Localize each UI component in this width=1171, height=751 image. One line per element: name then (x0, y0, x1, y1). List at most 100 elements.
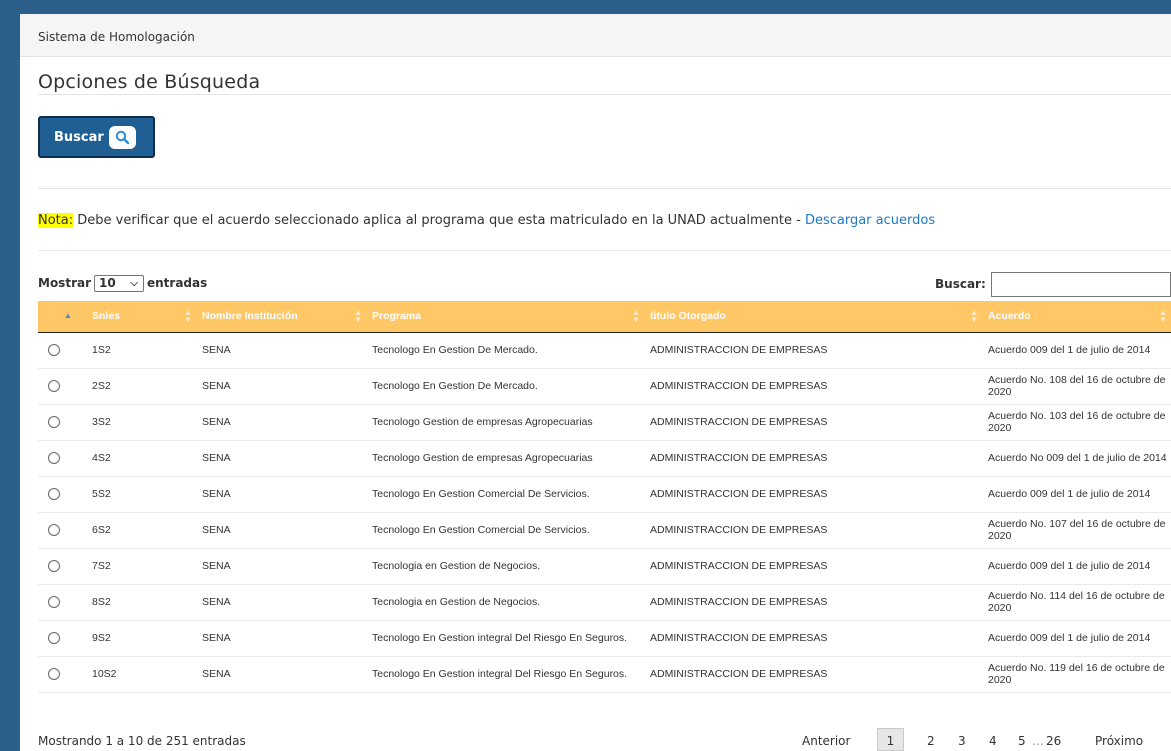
cell-programa: Tecnologia en Gestion de Negocios. (372, 560, 541, 572)
pagination-page[interactable]: 2 (927, 734, 935, 748)
title-divider (38, 94, 1171, 95)
pagination-page[interactable]: 4 (989, 734, 997, 748)
cell-programa: Tecnologo En Gestion Comercial De Servic… (372, 488, 590, 500)
cell-snies: 1S2 (92, 344, 111, 356)
length-prefix: Mostrar (38, 276, 91, 290)
row-radio[interactable] (48, 632, 60, 645)
row-radio[interactable] (48, 596, 60, 609)
cell-programa: Tecnologo En Gestion Comercial De Servic… (372, 524, 590, 536)
cell-snies: 8S2 (92, 596, 111, 608)
cell-acuerdo: Acuerdo 009 del 1 de julio de 2014 (988, 632, 1151, 644)
row-radio[interactable] (48, 668, 60, 681)
cell-snies: 2S2 (92, 380, 111, 392)
row-radio[interactable] (48, 452, 60, 465)
sort-asc-icon: ▲ (64, 311, 72, 320)
col-acuerdo-label: Acuerdo (988, 310, 1031, 323)
cell-institucion: SENA (202, 452, 231, 464)
nota-message: Nota: Debe verificar que el acuerdo sele… (38, 213, 935, 228)
cell-institucion: SENA (202, 380, 231, 392)
cell-acuerdo: Acuerdo 009 del 1 de julio de 2014 (988, 344, 1151, 356)
cell-institucion: SENA (202, 488, 231, 500)
pagination-ellipsis: … (1032, 734, 1044, 748)
magnifier-icon (109, 126, 136, 149)
cell-institucion: SENA (202, 668, 231, 680)
cell-titulo: ADMINISTRACCION DE EMPRESAS (650, 488, 828, 500)
col-institucion-header[interactable]: Nombre Institución ▲ ▼ (196, 301, 366, 333)
sort-icon: ▲ ▼ (970, 308, 978, 324)
page-title: Opciones de Búsqueda (38, 71, 261, 93)
row-select-cell (38, 620, 86, 656)
cell-snies: 6S2 (92, 524, 111, 536)
row-radio[interactable] (48, 416, 60, 429)
table-search-label: Buscar: (935, 277, 986, 291)
table-row[interactable]: 10S2 SENA Tecnologo En Gestion integral De… (38, 656, 1171, 692)
cell-institucion: SENA (202, 524, 231, 536)
row-radio[interactable] (48, 488, 60, 501)
cell-programa: Tecnologo Gestion de empresas Agropecuar… (372, 416, 593, 428)
row-select-cell (38, 332, 86, 368)
cell-titulo: ADMINISTRACCION DE EMPRESAS (650, 668, 828, 680)
table-row[interactable]: 3S2 SENA Tecnologo Gestion de empresas Agr… (38, 404, 1171, 440)
col-snies-header[interactable]: Snies ▲ ▼ (86, 301, 196, 333)
cell-snies: 10S2 (92, 668, 117, 680)
cell-acuerdo: Acuerdo No. 107 del 16 de octubre de 202… (988, 518, 1166, 542)
table-search-input[interactable] (991, 272, 1171, 297)
length-suffix: entradas (147, 276, 208, 290)
col-acuerdo-header[interactable]: Acuerdo ▲ ▼ (982, 301, 1171, 333)
table-row[interactable]: 1S2 SENA Tecnologo En Gestion De Mercado. A… (38, 332, 1171, 368)
cell-programa: Tecnologo Gestion de empresas Agropecuar… (372, 452, 593, 464)
pagination-next[interactable]: Próximo (1095, 734, 1143, 748)
pagination-page-last[interactable]: 26 (1046, 734, 1061, 748)
table-row[interactable]: 5S2 SENA Tecnologo En Gestion Comercial De… (38, 476, 1171, 512)
col-programa-header[interactable]: Programa ▲ ▼ (366, 301, 644, 333)
breadcrumb[interactable]: Sistema de Homologación (38, 30, 195, 44)
cell-titulo: ADMINISTRACCION DE EMPRESAS (650, 596, 828, 608)
sort-icon: ▲ ▼ (354, 308, 362, 324)
table-row[interactable]: 4S2 SENA Tecnologo Gestion de empresas Agr… (38, 440, 1171, 476)
entries-select-value: 10 (99, 276, 116, 290)
row-radio[interactable] (48, 560, 60, 573)
breadcrumb-bar: Sistema de Homologación (20, 14, 1171, 57)
cell-institucion: SENA (202, 596, 231, 608)
table-row[interactable]: 8S2 SENA Tecnologia en Gestion de Negocios… (38, 584, 1171, 620)
row-radio[interactable] (48, 344, 60, 357)
entries-select[interactable]: 10 ⌵ (94, 275, 144, 292)
cell-acuerdo: Acuerdo No. 108 del 16 de octubre de 202… (988, 374, 1166, 398)
cell-institucion: SENA (202, 632, 231, 644)
row-select-cell (38, 368, 86, 404)
table-info: Mostrando 1 a 10 de 251 entradas (38, 734, 246, 748)
pagination-previous[interactable]: Anterior (802, 734, 850, 748)
pagination-page-current[interactable]: 1 (877, 728, 904, 751)
table-row[interactable]: 7S2 SENA Tecnologia en Gestion de Negocios… (38, 548, 1171, 584)
table-row[interactable]: 9S2 SENA Tecnologo En Gestion integral Del… (38, 620, 1171, 656)
cell-programa: Tecnologia en Gestion de Negocios. (372, 596, 541, 608)
table-row[interactable]: 2S2 SENA Tecnologo En Gestion De Mercado. A… (38, 368, 1171, 404)
row-radio[interactable] (48, 524, 60, 537)
cell-titulo: ADMINISTRACCION DE EMPRESAS (650, 380, 828, 392)
sort-icon: ▲ ▼ (1159, 308, 1167, 324)
cell-snies: 5S2 (92, 488, 111, 500)
table-row[interactable]: 6S2 SENA Tecnologo En Gestion Comercial De… (38, 512, 1171, 548)
row-radio[interactable] (48, 380, 60, 393)
row-select-cell (38, 512, 86, 548)
cell-acuerdo: Acuerdo 009 del 1 de julio de 2014 (988, 488, 1151, 500)
pagination-page[interactable]: 5 (1018, 734, 1026, 748)
cell-titulo: ADMINISTRACCION DE EMPRESAS (650, 524, 828, 536)
row-select-cell (38, 548, 86, 584)
cell-snies: 3S2 (92, 416, 111, 428)
col-snies-label: Snies (92, 310, 121, 323)
col-titulo-header[interactable]: titulo Otorgado ▲ ▼ (644, 301, 982, 333)
window-frame-top (0, 0, 1171, 14)
cell-programa: Tecnologo En Gestion integral Del Riesgo… (372, 668, 628, 680)
col-select-header[interactable]: ▲ (38, 301, 86, 333)
sort-icon: ▲ ▼ (632, 308, 640, 324)
search-button[interactable]: Buscar (38, 116, 155, 158)
cell-acuerdo: Acuerdo No 009 del 1 de julio de 2014 (988, 452, 1167, 464)
download-agreements-link[interactable]: Descargar acuerdos (805, 213, 935, 228)
cell-snies: 4S2 (92, 452, 111, 464)
cell-titulo: ADMINISTRACCION DE EMPRESAS (650, 416, 828, 428)
agreements-table: ▲ Snies ▲ ▼ Nombre Institución ▲ ▼ Programa ▲… (38, 301, 1171, 693)
pagination-page[interactable]: 3 (958, 734, 966, 748)
table-body: 1S2 SENA Tecnologo En Gestion De Mercado. A… (38, 332, 1171, 692)
row-select-cell (38, 440, 86, 476)
